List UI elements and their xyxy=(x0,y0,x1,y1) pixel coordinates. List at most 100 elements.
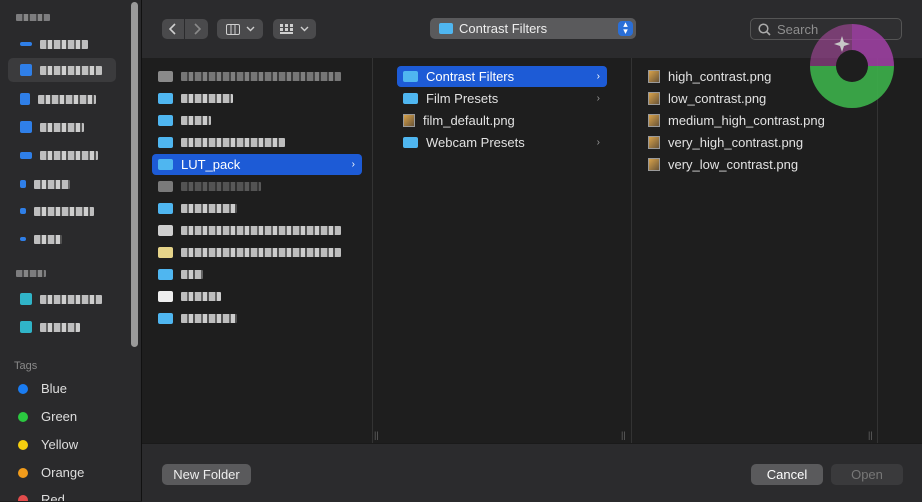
list-item[interactable] xyxy=(152,132,357,153)
sidebar-scrollbar[interactable] xyxy=(131,2,138,347)
new-folder-button[interactable]: New Folder xyxy=(162,464,251,485)
folder-icon xyxy=(403,137,418,148)
tag-label: Blue xyxy=(41,381,68,396)
tag-yellow[interactable]: Yellow xyxy=(18,437,78,452)
list-item[interactable] xyxy=(152,110,357,131)
tag-orange[interactable]: Orange xyxy=(18,465,84,480)
list-item-selected[interactable]: Contrast Filters › xyxy=(397,66,607,87)
list-item[interactable]: Film Presets › xyxy=(397,88,607,109)
sidebar-item[interactable] xyxy=(8,115,116,139)
tag-color-dot xyxy=(18,494,28,501)
list-item[interactable] xyxy=(152,176,357,197)
column-resize-handle[interactable]: || xyxy=(868,430,873,440)
image-file-icon xyxy=(403,114,415,127)
chevron-right-icon xyxy=(193,23,201,35)
sidebar-item[interactable] xyxy=(8,172,116,196)
tag-label: Red xyxy=(41,492,65,501)
list-item[interactable] xyxy=(152,198,357,219)
sidebar-item-icon xyxy=(20,121,32,133)
list-item[interactable] xyxy=(152,66,357,87)
column-resize-handle[interactable]: || xyxy=(621,430,626,440)
image-file-icon xyxy=(648,114,660,127)
cancel-button[interactable]: Cancel xyxy=(751,464,823,485)
updown-chevron-icon: ▴ ▾ xyxy=(618,20,633,36)
sidebar-item[interactable] xyxy=(8,143,116,167)
list-item[interactable] xyxy=(152,308,357,329)
view-mode-button[interactable] xyxy=(217,19,263,39)
sidebar-item[interactable] xyxy=(8,199,116,223)
folder-icon xyxy=(158,159,173,170)
folder-icon xyxy=(158,313,173,324)
chevron-down-icon xyxy=(246,26,254,32)
image-file-icon xyxy=(648,92,660,105)
sidebar-item[interactable] xyxy=(8,315,116,339)
folder-icon xyxy=(158,137,173,148)
tag-color-dot xyxy=(18,467,28,478)
list-item[interactable] xyxy=(152,286,357,307)
back-button[interactable] xyxy=(162,19,184,39)
column-third: high_contrast.png low_contrast.png mediu… xyxy=(632,58,878,443)
list-item[interactable] xyxy=(152,264,357,285)
image-file-icon xyxy=(648,70,660,83)
tag-red[interactable]: Red xyxy=(18,492,65,501)
list-item-label: film_default.png xyxy=(423,113,515,128)
sidebar-item-icon xyxy=(20,321,32,333)
tag-label: Orange xyxy=(41,465,85,480)
list-item[interactable] xyxy=(152,220,357,241)
sidebar-item-selected[interactable] xyxy=(8,58,116,82)
list-item-selected[interactable]: LUT_pack › xyxy=(152,154,362,175)
list-item-label: Film Presets xyxy=(426,91,499,106)
app-logo-icon xyxy=(810,24,894,108)
dialog-footer: New Folder Cancel Open xyxy=(142,443,922,502)
file-icon xyxy=(158,291,173,302)
group-button[interactable] xyxy=(273,19,316,39)
sidebar-item[interactable] xyxy=(8,227,116,251)
list-item[interactable]: very_low_contrast.png xyxy=(642,154,852,175)
image-file-icon xyxy=(648,136,660,149)
file-icon xyxy=(158,225,173,236)
sidebar-item-icon xyxy=(20,93,30,105)
column-browser: LUT_pack › || Contrast Filters › Film Pr… xyxy=(142,58,922,443)
chevron-right-icon: › xyxy=(596,93,600,104)
sidebar-item[interactable] xyxy=(8,32,116,56)
list-item-label: very_low_contrast.png xyxy=(668,157,799,172)
list-item[interactable] xyxy=(152,242,357,263)
list-item-label: medium_high_contrast.png xyxy=(668,113,825,128)
list-item[interactable] xyxy=(152,88,357,109)
tag-green[interactable]: Green xyxy=(18,409,77,424)
tag-label: Yellow xyxy=(41,437,79,452)
tag-color-dot xyxy=(18,383,28,394)
file-icon xyxy=(158,71,173,82)
list-item[interactable]: Webcam Presets › xyxy=(397,132,607,153)
tag-blue[interactable]: Blue xyxy=(18,381,67,396)
list-item-label: Contrast Filters xyxy=(426,69,515,84)
open-button[interactable]: Open xyxy=(831,464,903,485)
list-item-label: very_high_contrast.png xyxy=(668,135,804,150)
list-item-label: low_contrast.png xyxy=(668,91,767,106)
sidebar-item-icon xyxy=(20,64,32,76)
folder-icon xyxy=(439,23,453,34)
chevron-right-icon: › xyxy=(596,137,600,148)
sidebar-item-icon xyxy=(20,237,26,241)
toolbar: Contrast Filters ▴ ▾ Search xyxy=(142,0,922,58)
folder-icon xyxy=(403,93,418,104)
sidebar-item[interactable] xyxy=(8,87,116,111)
path-popup-label: Contrast Filters xyxy=(459,21,548,36)
forward-button[interactable] xyxy=(185,19,208,39)
column-view-icon xyxy=(225,23,240,35)
column-resize-handle[interactable]: || xyxy=(374,430,379,440)
chevron-right-icon: › xyxy=(596,71,600,82)
folder-icon xyxy=(158,115,173,126)
sidebar-item[interactable] xyxy=(8,287,116,311)
list-item[interactable]: medium_high_contrast.png xyxy=(642,110,852,131)
path-popup[interactable]: Contrast Filters ▴ ▾ xyxy=(430,18,636,39)
search-icon xyxy=(758,22,771,36)
list-item[interactable]: film_default.png xyxy=(397,110,607,131)
sidebar-heading-locations xyxy=(16,270,46,277)
chevron-left-icon xyxy=(169,23,176,35)
sidebar: Tags Blue Green Yellow Orange Red xyxy=(0,0,142,501)
list-item[interactable]: very_high_contrast.png xyxy=(642,132,852,153)
folder-icon xyxy=(158,93,173,104)
sidebar-item-icon xyxy=(20,151,32,159)
file-icon xyxy=(158,181,173,192)
